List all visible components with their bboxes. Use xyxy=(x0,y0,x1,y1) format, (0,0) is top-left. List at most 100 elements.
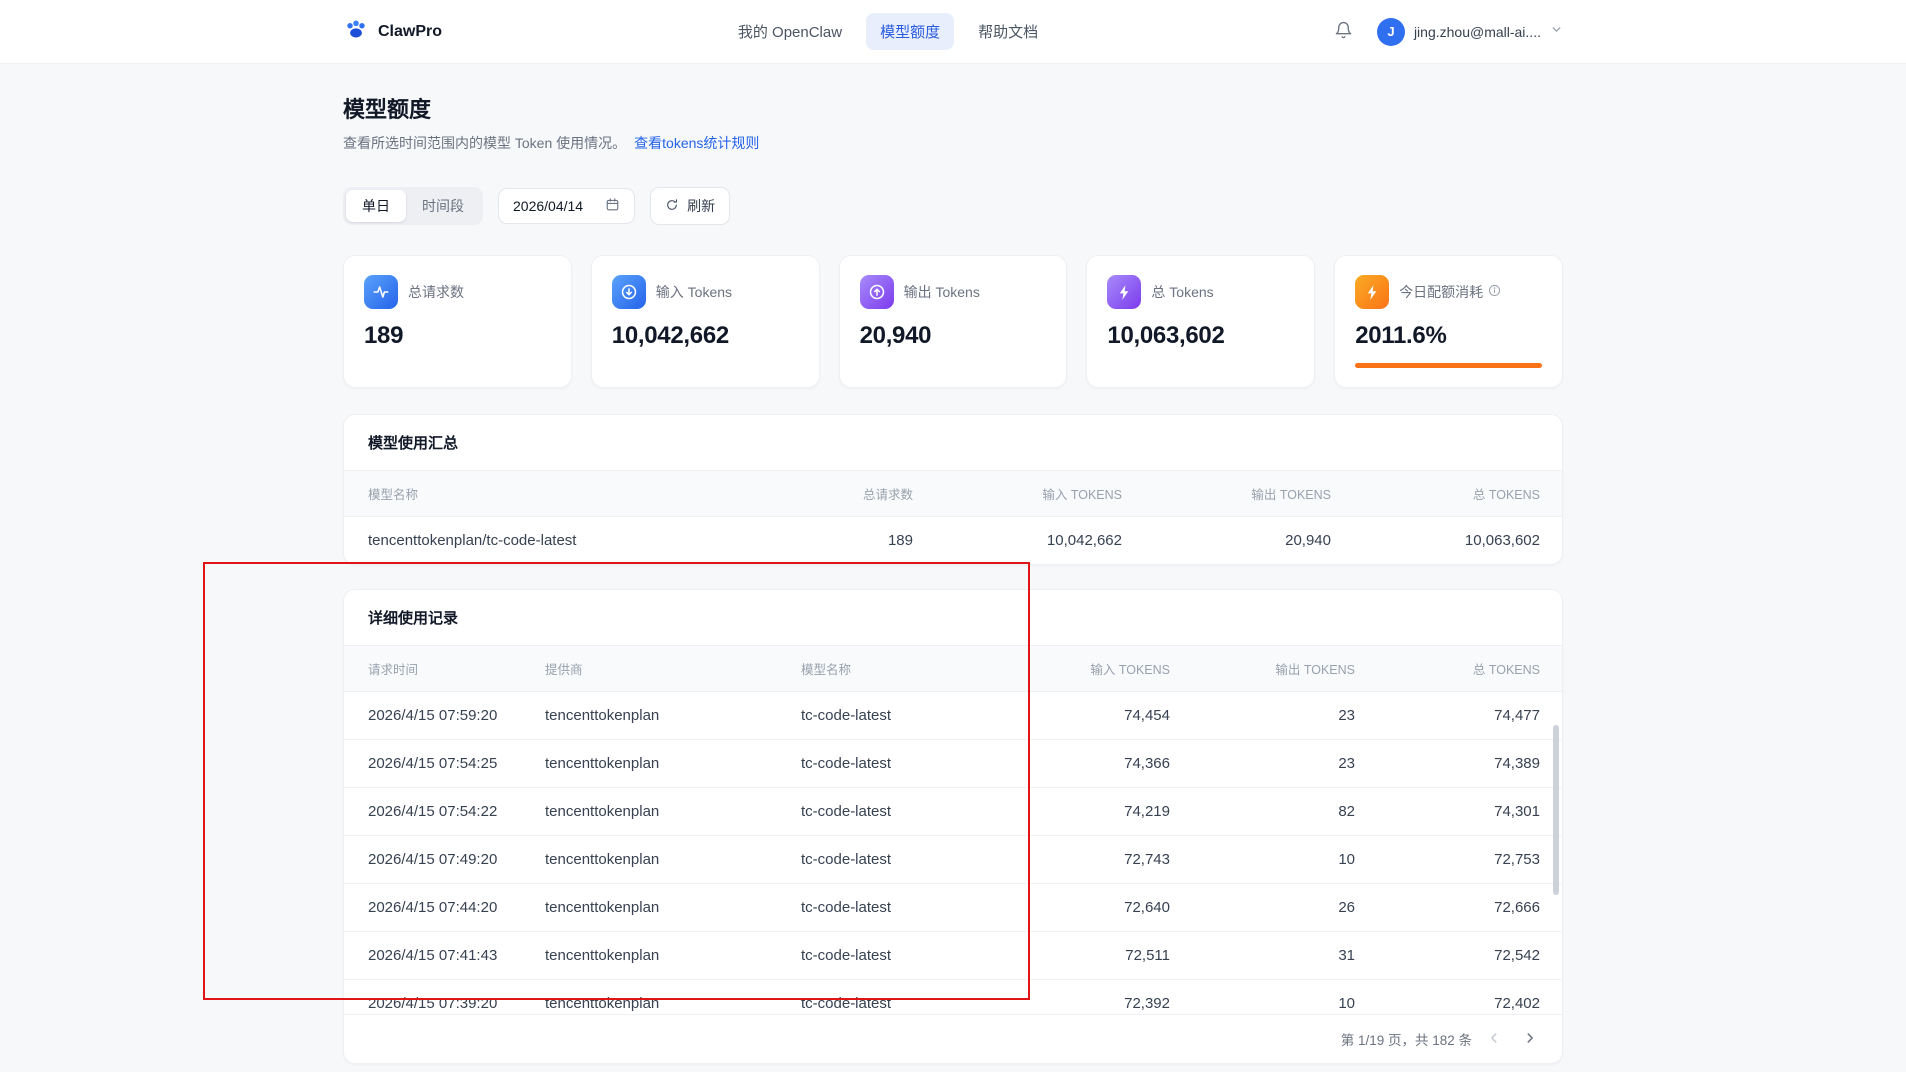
page-content: 模型额度 查看所选时间范围内的模型 Token 使用情况。 查看tokens统计规… xyxy=(343,92,1563,1072)
cell-output-tokens: 10 xyxy=(1338,995,1355,1012)
cell-input-tokens: 72,392 xyxy=(1124,995,1170,1012)
info-icon[interactable] xyxy=(1488,284,1501,300)
cell-provider: tencenttokenplan xyxy=(545,835,801,884)
pagination-bar: 第 1/19 页，共 182 条 xyxy=(344,1014,1562,1063)
cell-provider: tencenttokenplan xyxy=(545,995,660,1012)
cell-total-tokens: 10,063,602 xyxy=(1464,532,1540,549)
table-row: 2026/4/15 07:54:25 tencenttokenplan tc-c… xyxy=(344,739,1562,788)
date-mode-segmented-control: 单日 时间段 xyxy=(343,187,483,225)
stat-value: 10,063,602 xyxy=(1107,322,1225,349)
cell-model-name: tc-code-latest xyxy=(801,739,1006,788)
cell-total-tokens: 74,389 xyxy=(1355,739,1562,788)
cell-model-name: tc-code-latest xyxy=(801,931,1006,980)
date-picker-button[interactable]: 2026/04/14 xyxy=(498,188,636,224)
refresh-button[interactable]: 刷新 xyxy=(650,187,731,225)
calendar-icon xyxy=(605,197,620,215)
table-row: 2026/4/15 07:39:20 tencenttokenplan tc-c… xyxy=(344,980,1562,1015)
cell-request-time: 2026/4/15 07:54:25 xyxy=(344,739,545,788)
cell-request-time: 2026/4/15 07:59:20 xyxy=(344,691,545,740)
cell-total-tokens: 72,753 xyxy=(1355,835,1562,884)
cell-input-tokens: 74,454 xyxy=(1006,691,1170,740)
stat-value: 2011.6% xyxy=(1355,322,1447,349)
tokens-rules-link[interactable]: 查看tokens统计规则 xyxy=(634,135,759,151)
page-title: 模型额度 xyxy=(343,97,432,122)
stat-label: 输入 Tokens xyxy=(655,284,733,300)
notification-bell-button[interactable] xyxy=(1334,21,1353,43)
cell-request-time: 2026/4/15 07:49:20 xyxy=(344,835,545,884)
next-page-button[interactable] xyxy=(1516,1025,1544,1053)
table-row: tencenttokenplan/tc-code-latest 189 10,0… xyxy=(344,517,1562,565)
cell-model-name: tc-code-latest xyxy=(801,835,1006,884)
cell-output-tokens: 26 xyxy=(1170,883,1355,932)
total-tokens-icon xyxy=(1107,275,1142,309)
cell-input-tokens: 74,219 xyxy=(1006,787,1170,836)
table-row: 2026/4/15 07:54:22 tencenttokenplan tc-c… xyxy=(344,787,1562,836)
page-subtitle: 查看所选时间范围内的模型 Token 使用情况。 xyxy=(343,135,627,151)
column-header: 总 TOKENS xyxy=(1355,646,1562,692)
cell-provider: tencenttokenplan xyxy=(545,739,801,788)
detail-table-scroll-area[interactable]: 请求时间 提供商 模型名称 输入 TOKENS 输出 TOKENS 总 TOKE… xyxy=(344,646,1562,1014)
summary-header-row: 模型名称 总请求数 输入 TOKENS 输出 TOKENS 总 TOKENS xyxy=(344,471,1562,517)
cell-output-tokens: 23 xyxy=(1170,691,1355,740)
cell-total-tokens: 72,666 xyxy=(1355,883,1562,932)
cell-input-tokens: 72,511 xyxy=(1006,931,1170,980)
cell-output-tokens: 82 xyxy=(1170,787,1355,836)
bell-icon xyxy=(1334,21,1353,43)
cell-output-tokens: 31 xyxy=(1170,931,1355,980)
column-header: 模型名称 xyxy=(344,471,704,517)
navbar-right: J jing.zhou@mall-ai.... xyxy=(1334,17,1563,46)
cell-output-tokens: 10 xyxy=(1170,835,1355,884)
cell-request-time: 2026/4/15 07:54:22 xyxy=(344,787,545,836)
detail-table: 请求时间 提供商 模型名称 输入 TOKENS 输出 TOKENS 总 TOKE… xyxy=(344,646,1562,1014)
cell-input-tokens: 10,042,662 xyxy=(1046,532,1122,549)
column-header: 输入 TOKENS xyxy=(913,471,1122,517)
column-header: 输出 TOKENS xyxy=(1122,471,1331,517)
cell-provider: tencenttokenplan xyxy=(545,931,801,980)
nav-item-model-quota[interactable]: 模型额度 xyxy=(866,13,955,50)
cell-request-time: 2026/4/15 07:44:20 xyxy=(344,883,545,932)
nav-item-my-openclaw[interactable]: 我的 OpenClaw xyxy=(724,13,856,50)
cell-input-tokens: 72,743 xyxy=(1006,835,1170,884)
column-header: 输入 TOKENS xyxy=(1006,646,1170,692)
avatar: J xyxy=(1376,17,1405,46)
column-header: 输出 TOKENS xyxy=(1170,646,1355,692)
column-header: 请求时间 xyxy=(344,646,545,692)
cell-request-time: 2026/4/15 07:39:20 xyxy=(368,995,498,1012)
previous-page-button[interactable] xyxy=(1480,1025,1508,1053)
brand-name: ClawPro xyxy=(378,22,443,40)
stat-card-daily-quota: 今日配额消耗 2011.6% xyxy=(1334,255,1563,388)
refresh-icon xyxy=(665,198,679,215)
table-row: 2026/4/15 07:59:20 tencenttokenplan tc-c… xyxy=(344,691,1562,740)
page-subtitle-row: 查看所选时间范围内的模型 Token 使用情况。 查看tokens统计规则 xyxy=(343,133,1563,153)
user-email: jing.zhou@mall-ai.... xyxy=(1413,23,1541,40)
cell-output-tokens: 23 xyxy=(1170,739,1355,788)
chevron-left-icon xyxy=(1487,1031,1501,1048)
input-tokens-icon xyxy=(611,275,646,309)
column-header: 提供商 xyxy=(545,646,801,692)
column-header: 总 TOKENS xyxy=(1331,471,1562,517)
scrollbar-thumb[interactable] xyxy=(1553,725,1559,895)
cell-total-tokens: 74,477 xyxy=(1355,691,1562,740)
nav-item-help-docs[interactable]: 帮助文档 xyxy=(964,13,1052,50)
detailed-usage-card: 详细使用记录 请求时间 提供商 模型名称 输入 TOKENS 输出 TOKENS… xyxy=(343,589,1563,1064)
navbar-inner: ClawPro 我的 OpenClaw 模型额度 帮助文档 J jing.zho… xyxy=(343,0,1563,63)
stat-card-total-requests: 总请求数 189 xyxy=(343,255,572,388)
main-nav: 我的 OpenClaw 模型额度 帮助文档 xyxy=(724,13,1052,50)
detail-header-row: 请求时间 提供商 模型名称 输入 TOKENS 输出 TOKENS 总 TOKE… xyxy=(344,646,1562,692)
mode-single-day-button[interactable]: 单日 xyxy=(346,190,406,222)
summary-table: 模型名称 总请求数 输入 TOKENS 输出 TOKENS 总 TOKENS t… xyxy=(344,471,1562,565)
cell-request-time: 2026/4/15 07:41:43 xyxy=(344,931,545,980)
detail-card-title: 详细使用记录 xyxy=(344,590,1562,646)
cell-input-tokens: 72,640 xyxy=(1006,883,1170,932)
date-value: 2026/04/14 xyxy=(513,198,584,214)
stat-label: 总 Tokens xyxy=(1151,284,1214,300)
cell-model-name: tc-code-latest xyxy=(801,691,1006,740)
brand[interactable]: ClawPro xyxy=(343,16,442,47)
cell-total-tokens: 74,301 xyxy=(1355,787,1562,836)
column-header: 模型名称 xyxy=(801,646,1006,692)
column-header: 总请求数 xyxy=(704,471,913,517)
cell-model-name: tencenttokenplan/tc-code-latest xyxy=(368,532,577,549)
mode-date-range-button[interactable]: 时间段 xyxy=(406,190,480,222)
cell-model-name: tc-code-latest xyxy=(801,787,1006,836)
user-menu[interactable]: J jing.zhou@mall-ai.... xyxy=(1376,17,1563,46)
